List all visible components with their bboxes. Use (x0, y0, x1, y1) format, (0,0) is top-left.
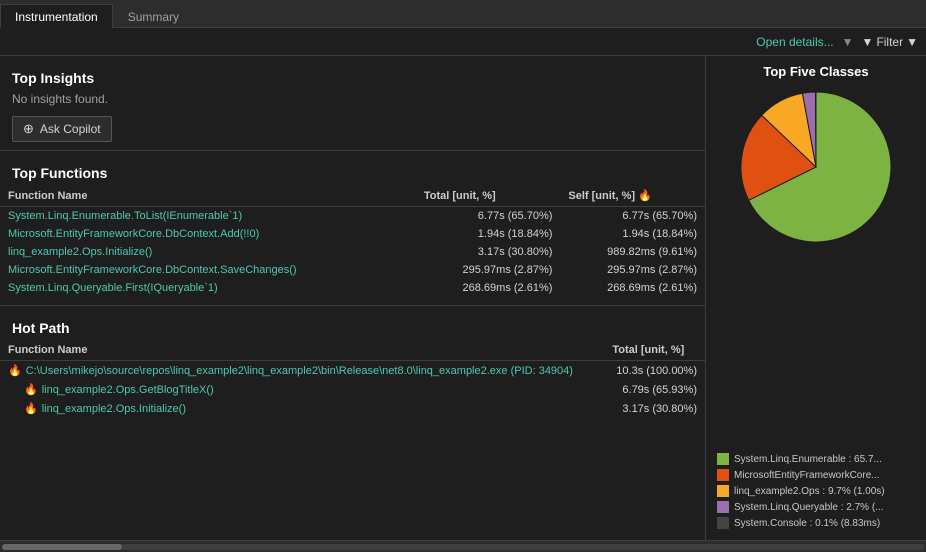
hot-path-header: Hot Path (0, 314, 705, 340)
hot-icon-header: 🔥 (638, 190, 652, 202)
table-row: Microsoft.EntityFrameworkCore.DbContext.… (0, 225, 705, 243)
filter-icon: ▼ (862, 35, 874, 49)
table-row: System.Linq.Enumerable.ToList(IEnumerabl… (0, 207, 705, 226)
hp-total-cell: 10.3s (100.00%) (604, 361, 705, 381)
legend-item: System.Linq.Queryable : 2.7% (... (714, 500, 918, 514)
total-cell: 6.77s (65.70%) (416, 207, 561, 226)
legend-item: System.Console : 0.1% (8.83ms) (714, 516, 918, 530)
self-cell: 1.94s (18.84%) (560, 225, 705, 243)
function-name-cell[interactable]: linq_example2.Ops.Initialize() (0, 243, 416, 261)
flame-icon: 🔥 (24, 384, 38, 396)
legend-color-swatch (717, 485, 729, 497)
self-cell: 295.97ms (2.87%) (560, 261, 705, 279)
col-hp-function-name: Function Name (0, 340, 604, 361)
self-cell: 989.82ms (9.61%) (560, 243, 705, 261)
legend-label: linq_example2.Ops : 9.7% (1.00s) (734, 486, 885, 497)
tab-summary[interactable]: Summary (113, 4, 194, 28)
hp-function-name-cell[interactable]: 🔥linq_example2.Ops.GetBlogTitleX() (0, 380, 604, 399)
top-functions-header: Top Functions (0, 159, 705, 185)
legend-item: System.Linq.Enumerable : 65.7... (714, 452, 918, 466)
legend-color-swatch (717, 469, 729, 481)
table-row: System.Linq.Queryable.First(IQueryable`1… (0, 279, 705, 297)
hp-total-cell: 3.17s (30.80%) (604, 399, 705, 418)
hot-path-table: Function Name Total [unit, %] 🔥C:\Users\… (0, 340, 705, 418)
table-row: Microsoft.EntityFrameworkCore.DbContext.… (0, 261, 705, 279)
copilot-icon: ⊕ (23, 121, 34, 137)
function-name-cell[interactable]: Microsoft.EntityFrameworkCore.DbContext.… (0, 261, 416, 279)
col-self: Self [unit, %] 🔥 (560, 185, 705, 207)
divider-2 (0, 305, 705, 306)
toolbar: Open details... ▼ ▼ Filter ▼ (0, 28, 926, 56)
function-name-cell[interactable]: System.Linq.Queryable.First(IQueryable`1… (0, 279, 416, 297)
chart-legend: System.Linq.Enumerable : 65.7... Microso… (714, 452, 918, 532)
self-cell: 268.69ms (2.61%) (560, 279, 705, 297)
scrollbar-thumb[interactable] (2, 544, 122, 550)
legend-label: System.Linq.Queryable : 2.7% (... (734, 502, 884, 513)
legend-color-swatch (717, 453, 729, 465)
table-row: 🔥linq_example2.Ops.Initialize() 3.17s (3… (0, 399, 705, 418)
flame-path-icon: 🔥 (8, 365, 22, 377)
self-cell: 6.77s (65.70%) (560, 207, 705, 226)
total-cell: 268.69ms (2.61%) (416, 279, 561, 297)
table-row: 🔥linq_example2.Ops.GetBlogTitleX() 6.79s… (0, 380, 705, 399)
total-cell: 3.17s (30.80%) (416, 243, 561, 261)
open-details-link[interactable]: Open details... (756, 35, 833, 49)
main-content: Top Insights No insights found. ⊕ Ask Co… (0, 56, 926, 540)
total-cell: 1.94s (18.84%) (416, 225, 561, 243)
top-insights-header: Top Insights (0, 64, 705, 90)
total-cell: 295.97ms (2.87%) (416, 261, 561, 279)
legend-label: MicrosoftEntityFrameworkCore... (734, 470, 880, 481)
filter-button[interactable]: ▼ Filter ▼ (862, 35, 918, 49)
pie-chart (736, 87, 896, 247)
hp-function-name-cell[interactable]: 🔥linq_example2.Ops.Initialize() (0, 399, 604, 418)
function-name-cell[interactable]: System.Linq.Enumerable.ToList(IEnumerabl… (0, 207, 416, 226)
legend-label: System.Linq.Enumerable : 65.7... (734, 454, 882, 465)
horizontal-scrollbar[interactable] (0, 540, 926, 552)
hp-total-cell: 6.79s (65.93%) (604, 380, 705, 399)
top-functions-table: Function Name Total [unit, %] Self [unit… (0, 185, 705, 297)
legend-color-swatch (717, 517, 729, 529)
right-panel: Top Five Classes System.Linq.Enumerable … (706, 56, 926, 540)
col-function-name: Function Name (0, 185, 416, 207)
col-hp-total: Total [unit, %] (604, 340, 705, 361)
flame-icon: 🔥 (24, 403, 38, 415)
scrollbar-track[interactable] (2, 544, 924, 550)
tab-instrumentation[interactable]: Instrumentation (0, 4, 113, 28)
no-insights-text: No insights found. (0, 90, 705, 112)
function-name-cell[interactable]: Microsoft.EntityFrameworkCore.DbContext.… (0, 225, 416, 243)
table-row: linq_example2.Ops.Initialize() 3.17s (30… (0, 243, 705, 261)
legend-color-swatch (717, 501, 729, 513)
chart-title: Top Five Classes (714, 64, 918, 79)
legend-label: System.Console : 0.1% (8.83ms) (734, 518, 880, 529)
pie-chart-container (714, 87, 918, 247)
divider-1 (0, 150, 705, 151)
filter-chevron-icon: ▼ (906, 35, 918, 49)
hp-function-name-cell[interactable]: 🔥C:\Users\mikejo\source\repos\linq_examp… (0, 361, 604, 381)
ask-copilot-button[interactable]: ⊕ Ask Copilot (12, 116, 112, 142)
legend-item: MicrosoftEntityFrameworkCore... (714, 468, 918, 482)
col-total: Total [unit, %] (416, 185, 561, 207)
tab-bar: Instrumentation Summary (0, 0, 926, 28)
legend-item: linq_example2.Ops : 9.7% (1.00s) (714, 484, 918, 498)
table-row: 🔥C:\Users\mikejo\source\repos\linq_examp… (0, 361, 705, 381)
left-panel: Top Insights No insights found. ⊕ Ask Co… (0, 56, 706, 540)
